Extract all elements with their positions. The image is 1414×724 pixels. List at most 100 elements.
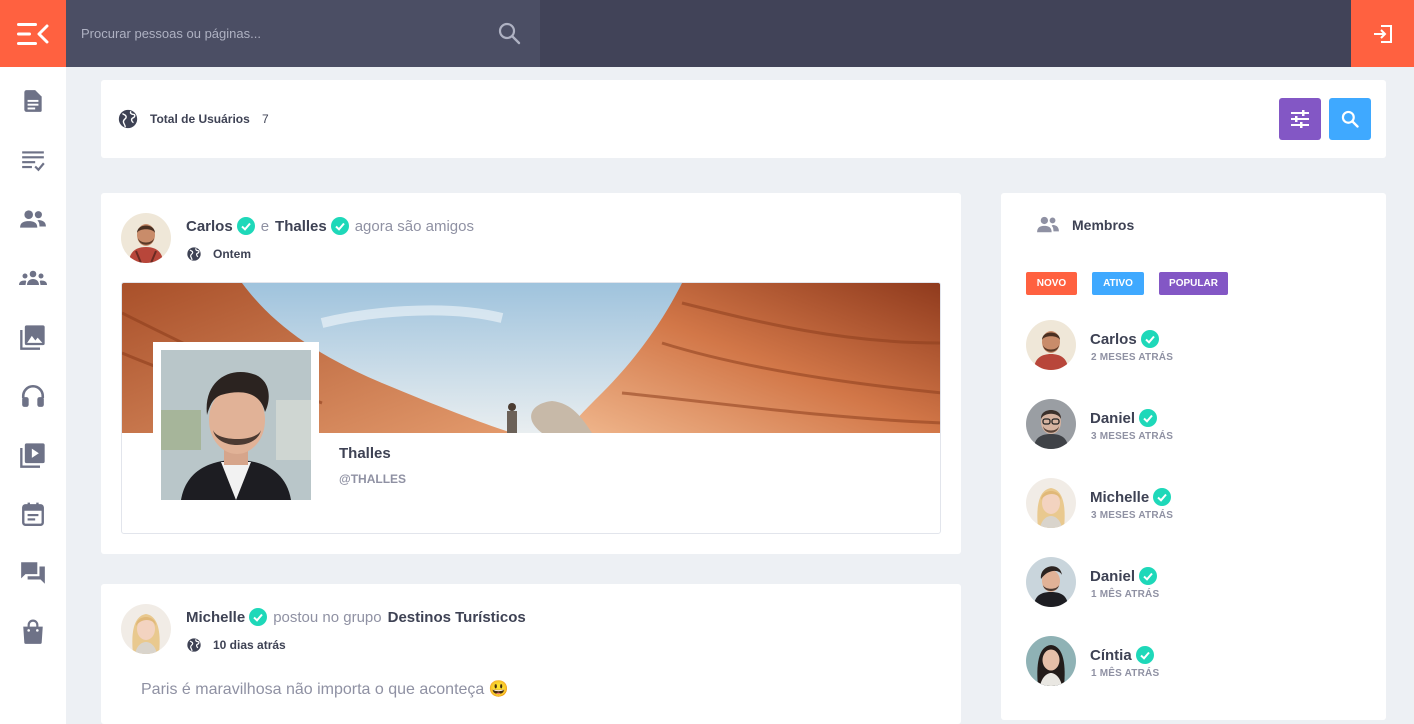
avatar[interactable]	[1026, 399, 1076, 449]
photos-icon	[20, 325, 45, 350]
actor-name-link[interactable]: Carlos	[186, 218, 233, 235]
post-timestamp[interactable]: Ontem	[213, 247, 251, 261]
search-input[interactable]	[66, 0, 486, 67]
menu-collapse-icon	[17, 22, 49, 45]
sliders-icon	[1291, 110, 1309, 128]
calendar-icon	[22, 502, 44, 527]
top-bar	[0, 0, 1414, 67]
member-name-text[interactable]: Michelle	[1090, 489, 1149, 506]
member-name-text[interactable]: Daniel	[1090, 568, 1135, 585]
profile-name[interactable]: Thalles	[339, 445, 391, 462]
avatar[interactable]	[121, 213, 171, 263]
feed-post-friendship: Carlos e Thalles agora são amigos Ontem	[101, 193, 961, 554]
globe-icon	[187, 247, 201, 261]
member-name[interactable]: Cíntia	[1090, 646, 1154, 664]
shopping-bag-icon	[23, 619, 43, 644]
member-joined-time: 1 MÊS ATRÁS	[1091, 589, 1160, 600]
post-timestamp[interactable]: 10 dias atrás	[213, 638, 286, 652]
sidebar-item-newsfeed[interactable]	[17, 85, 49, 117]
member-joined-time: 1 MÊS ATRÁS	[1091, 668, 1160, 679]
activity-line: Michelle postou no grupo Destinos Turíst…	[186, 608, 526, 626]
search-box	[66, 0, 540, 67]
verified-icon	[1135, 646, 1154, 664]
member-name-text[interactable]: Cíntia	[1090, 647, 1132, 664]
filter-popular-tag[interactable]: POPULAR	[1159, 272, 1228, 295]
member-item[interactable]: Carlos 2 MESES ATRÁS	[1026, 320, 1366, 370]
globe-icon	[187, 638, 201, 652]
members-widget: Membros NOVO ATIVO POPULAR Carlos 2 MESE…	[1001, 193, 1386, 720]
verified-icon	[236, 217, 255, 235]
total-users-label: Total de Usuários	[150, 112, 250, 126]
search-users-button[interactable]	[1329, 98, 1371, 140]
verified-icon	[1139, 567, 1158, 585]
sidebar-item-photos[interactable]	[17, 321, 49, 353]
verified-icon	[1140, 330, 1159, 348]
search-icon	[1341, 110, 1359, 128]
group-name-link[interactable]: Destinos Turísticos	[388, 609, 526, 626]
member-name[interactable]: Michelle	[1090, 488, 1172, 506]
member-name-text[interactable]: Daniel	[1090, 410, 1135, 427]
avatar[interactable]	[1026, 557, 1076, 607]
filter-active-tag[interactable]: ATIVO	[1092, 272, 1144, 295]
profile-photo[interactable]	[153, 342, 319, 502]
shared-profile-card[interactable]: Thalles @THALLES	[121, 282, 941, 534]
post-meta: 10 dias atrás	[186, 637, 286, 653]
filter-settings-button[interactable]	[1279, 98, 1321, 140]
sidebar-item-videos[interactable]	[17, 439, 49, 471]
sidebar-item-forums[interactable]	[17, 557, 49, 589]
member-name[interactable]: Daniel	[1090, 409, 1158, 427]
sidebar-item-events[interactable]	[17, 498, 49, 530]
post-meta: Ontem	[186, 246, 251, 262]
avatar[interactable]	[1026, 478, 1076, 528]
member-joined-time: 3 MESES ATRÁS	[1091, 510, 1174, 521]
document-icon	[24, 90, 42, 112]
menu-toggle-button[interactable]	[0, 0, 66, 67]
checklist-icon	[22, 151, 45, 172]
avatar[interactable]	[121, 604, 171, 654]
action-text: agora são amigos	[354, 217, 474, 235]
member-name[interactable]: Daniel	[1090, 567, 1158, 585]
verified-icon	[1153, 488, 1172, 506]
target-name-link[interactable]: Thalles	[275, 218, 327, 235]
member-name[interactable]: Carlos	[1090, 330, 1159, 348]
members-icon	[1037, 216, 1059, 233]
avatar[interactable]	[1026, 636, 1076, 686]
headphones-icon	[21, 384, 45, 407]
profile-handle: @THALLES	[339, 472, 407, 486]
search-submit-button[interactable]	[494, 18, 524, 48]
sidebar-item-music[interactable]	[17, 380, 49, 412]
sidebar-item-groups[interactable]	[17, 262, 49, 294]
friends-icon	[20, 210, 46, 228]
logout-button[interactable]	[1351, 0, 1414, 67]
member-name-text[interactable]: Carlos	[1090, 331, 1137, 348]
globe-icon	[118, 109, 138, 129]
avatar[interactable]	[1026, 320, 1076, 370]
member-joined-time: 3 MESES ATRÁS	[1091, 431, 1174, 442]
member-item[interactable]: Cíntia 1 MÊS ATRÁS	[1026, 636, 1366, 686]
verified-icon	[330, 217, 349, 235]
member-joined-time: 2 MESES ATRÁS	[1091, 352, 1174, 363]
sidebar-item-marketplace[interactable]	[17, 616, 49, 648]
action-text: postou no grupo	[273, 608, 382, 626]
connector-text: e	[260, 217, 270, 235]
member-item[interactable]: Daniel 3 MESES ATRÁS	[1026, 399, 1366, 449]
forum-icon	[21, 562, 45, 584]
actor-name-link[interactable]: Michelle	[186, 609, 245, 626]
member-item[interactable]: Michelle 3 MESES ATRÁS	[1026, 478, 1366, 528]
members-title: Membros	[1072, 217, 1135, 233]
groups-icon	[19, 270, 47, 285]
filter-new-tag[interactable]: NOVO	[1026, 272, 1077, 295]
sidebar-item-friends[interactable]	[17, 203, 49, 235]
logout-icon	[1373, 24, 1392, 43]
search-icon	[498, 22, 521, 45]
total-users-count: 7	[262, 112, 269, 126]
post-body-text: Paris é maravilhosa não importa o que ac…	[141, 681, 509, 698]
feed-post-group: Michelle postou no grupo Destinos Turíst…	[101, 584, 961, 724]
users-summary-card: Total de Usuários 7	[101, 80, 1386, 158]
video-playlist-icon	[20, 443, 45, 468]
member-item[interactable]: Daniel 1 MÊS ATRÁS	[1026, 557, 1366, 607]
sidebar	[0, 67, 66, 724]
activity-line: Carlos e Thalles agora são amigos	[186, 217, 480, 235]
sidebar-item-tasks[interactable]	[17, 144, 49, 176]
verified-icon	[249, 608, 268, 626]
